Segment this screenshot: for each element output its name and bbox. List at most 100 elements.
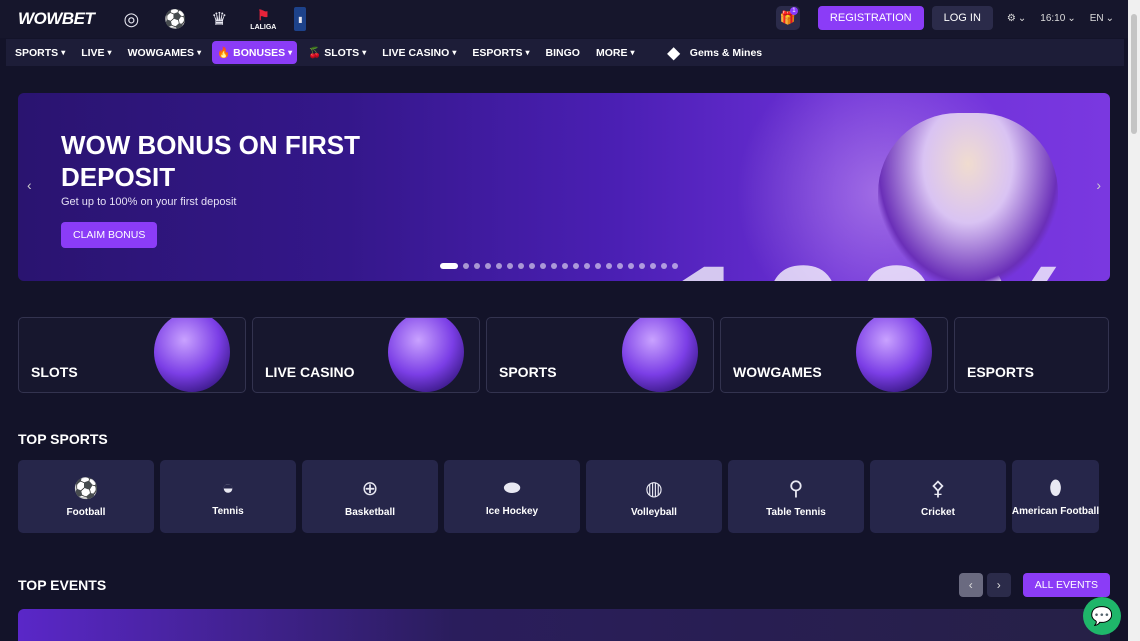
sport-american-football[interactable]: ⬮ American Football (1012, 460, 1099, 533)
login-button[interactable]: LOG IN (931, 6, 993, 30)
all-events-button[interactable]: ALL EVENTS (1022, 573, 1110, 597)
slide-dot[interactable] (551, 263, 557, 269)
chevron-down-icon: ▾ (288, 48, 293, 57)
crown-chip-icon (856, 318, 932, 392)
american-football-icon: ⬮ (1049, 476, 1062, 499)
slot-machine-icon (154, 318, 230, 392)
soccer-ball-icon (622, 318, 698, 392)
slide-dot[interactable] (573, 263, 579, 269)
slide-dot[interactable] (518, 263, 524, 269)
sport-basketball[interactable]: ⊕ Basketball (302, 460, 438, 533)
sport-ice-hockey[interactable]: ⬬ Ice Hockey (444, 460, 580, 533)
hockey-puck-icon: ⬬ (503, 476, 521, 499)
nba-icon[interactable]: ▮ (294, 7, 307, 31)
header-actions: 🎁 1 REGISTRATION LOG IN ⚙ ⌄ 16:10 ⌄ EN ⌄ (775, 6, 1114, 30)
event-card[interactable] (18, 609, 1110, 641)
nav-live-casino[interactable]: LIVE CASINO ▾ (377, 42, 461, 64)
prev-events-button[interactable]: ‹ (958, 573, 983, 597)
chevron-down-icon: ▾ (61, 48, 66, 57)
slide-dot[interactable] (672, 263, 678, 269)
chevron-down-icon: ▾ (197, 48, 202, 57)
nav-esports[interactable]: ESPORTS ▾ (467, 42, 534, 64)
banner-title: WOW BONUS ON FIRST DEPOSIT (61, 130, 360, 192)
top-sports-list: ⚽ Football ◒ Tennis ⊕ Basketball ⬬ Ice Hocke… (18, 460, 1099, 533)
laliga-icon[interactable]: ⚑ LALIGA (250, 6, 276, 32)
registration-button[interactable]: REGISTRATION (817, 6, 924, 30)
banner-character-image (878, 113, 1058, 281)
top-events-title: TOP EVENTS (18, 577, 107, 593)
slide-dot[interactable] (529, 263, 535, 269)
sport-football[interactable]: ⚽ Football (18, 460, 154, 533)
scrollbar-thumb[interactable] (1131, 14, 1137, 134)
nav-bingo[interactable]: BINGO (541, 42, 585, 64)
slide-dot[interactable] (584, 263, 590, 269)
slide-dot[interactable] (650, 263, 656, 269)
league-icons: ◎ ⚽ ♛ ⚑ LALIGA ▮ (118, 6, 307, 32)
nav-sports[interactable]: SPORTS ▾ (10, 42, 70, 64)
slide-dot[interactable] (562, 263, 568, 269)
wowbet-logo[interactable]: WOWBET (18, 9, 95, 29)
next-events-button[interactable]: › (986, 573, 1011, 597)
banner-subtitle: Get up to 100% on your first deposit (61, 196, 237, 208)
chevron-down-icon: ⌄ (1067, 12, 1076, 24)
slide-dot[interactable] (606, 263, 612, 269)
chevron-left-icon[interactable]: ‹ (27, 177, 32, 193)
roulette-icon (388, 318, 464, 392)
volleyball-icon: ◍ (645, 477, 663, 500)
cherry-icon: 🍒 (308, 47, 322, 59)
gem-icon: ◆ (667, 44, 680, 62)
slide-dot[interactable] (628, 263, 634, 269)
chevron-down-icon: ⌄ (1017, 12, 1027, 24)
nav-slots[interactable]: 🍒 SLOTS ▾ (303, 41, 371, 64)
category-slots[interactable]: SLOTS (18, 317, 246, 393)
nav-more[interactable]: MORE ▾ (591, 42, 640, 64)
sport-cricket[interactable]: ⚴ Cricket (870, 460, 1006, 533)
basketball-icon: ⊕ (361, 477, 379, 500)
top-bar: WOWBET ◎ ⚽ ♛ ⚑ LALIGA ▮ 🎁 1 REGISTRATION L… (0, 0, 1128, 38)
scrollbar[interactable] (1128, 0, 1140, 641)
main-nav: SPORTS ▾ LIVE ▾ WOWGAMES ▾ 🔥 BONUSES ▾ 🍒 SLOTS… (6, 39, 1124, 66)
category-live-casino[interactable]: LIVE CASINO (252, 317, 480, 393)
slide-dot[interactable] (485, 263, 491, 269)
chevron-down-icon: ▾ (525, 48, 530, 57)
champions-league-icon[interactable]: ◎ (118, 6, 144, 32)
sport-table-tennis[interactable]: ⚲ Table Tennis (728, 460, 864, 533)
slide-dot[interactable] (617, 263, 623, 269)
nav-live[interactable]: LIVE ▾ (76, 42, 116, 64)
chevron-down-icon: ▾ (452, 48, 457, 57)
promo-banner[interactable]: 100% WOW BONUS ON FIRST DEPOSIT Get up t… (18, 93, 1110, 281)
sport-volleyball[interactable]: ◍ Volleyball (586, 460, 722, 533)
settings-dropdown[interactable]: ⚙ ⌄ (1007, 13, 1026, 24)
slide-dot[interactable] (507, 263, 513, 269)
nav-wowgames[interactable]: WOWGAMES ▾ (123, 42, 207, 64)
nav-bonuses[interactable]: 🔥 BONUSES ▾ (212, 41, 298, 64)
category-tiles: SLOTS LIVE CASINO SPORTS WOWGAMES ESPORT… (18, 317, 1109, 393)
slide-dot[interactable] (540, 263, 546, 269)
slide-dot[interactable] (474, 263, 480, 269)
slide-dot[interactable] (595, 263, 601, 269)
slide-dot[interactable] (639, 263, 645, 269)
category-esports[interactable]: ESPORTS (954, 317, 1109, 393)
gift-icon[interactable]: 🎁 1 (775, 6, 800, 30)
slide-dot[interactable] (661, 263, 667, 269)
time-dropdown[interactable]: 16:10 ⌄ (1040, 13, 1075, 24)
ping-pong-icon: ⚲ (788, 477, 804, 500)
category-wowgames[interactable]: WOWGAMES (720, 317, 948, 393)
top-sports-title: TOP SPORTS (18, 431, 108, 447)
chevron-right-icon[interactable]: › (1096, 177, 1101, 193)
nav-gems-mines[interactable]: ◆ Gems & Mines (667, 43, 762, 63)
football-icon: ⚽ (73, 477, 99, 500)
slide-dots (440, 263, 678, 269)
chat-icon[interactable]: 💬 (1083, 597, 1121, 635)
tennis-icon: ◒ (221, 476, 235, 499)
claim-bonus-button[interactable]: CLAIM BONUS (61, 222, 158, 248)
football-icon[interactable]: ⚽ (162, 6, 188, 32)
slide-dot[interactable] (463, 263, 469, 269)
category-sports[interactable]: SPORTS (486, 317, 714, 393)
slide-dot[interactable] (440, 263, 458, 269)
language-dropdown[interactable]: EN ⌄ (1090, 13, 1114, 24)
sport-tennis[interactable]: ◒ Tennis (160, 460, 296, 533)
premier-league-icon[interactable]: ♛ (206, 6, 232, 32)
chevron-down-icon: ▾ (107, 48, 112, 57)
slide-dot[interactable] (496, 263, 502, 269)
